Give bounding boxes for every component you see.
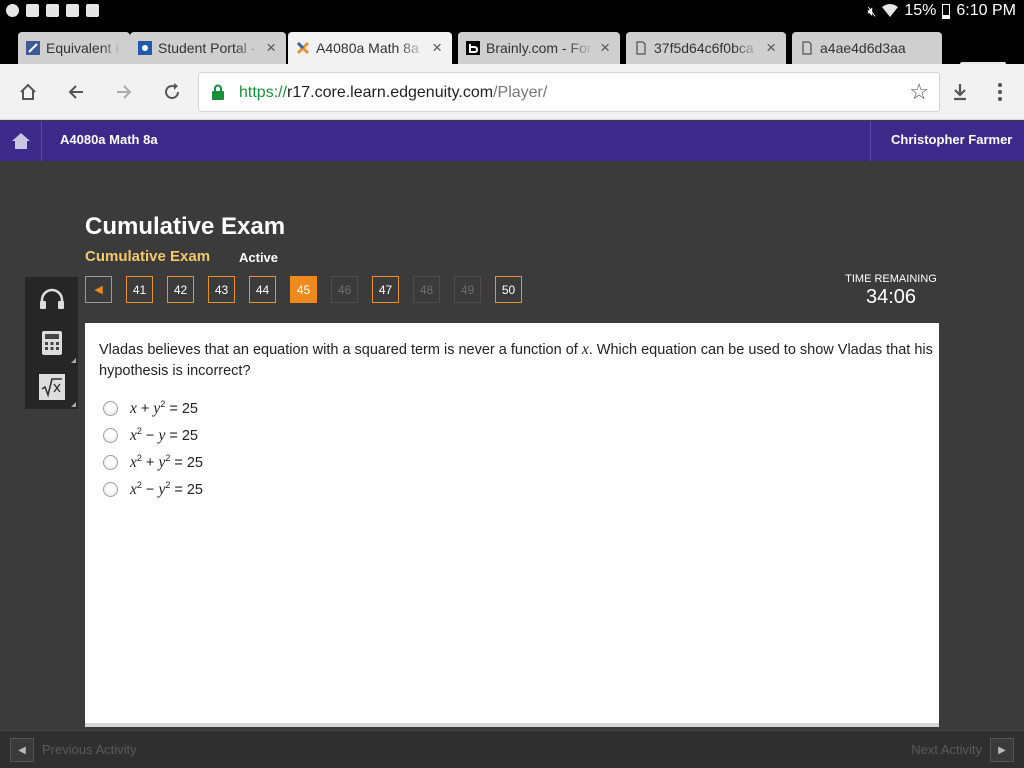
document-favicon-icon <box>802 41 812 55</box>
notification-icon <box>46 4 59 17</box>
download-icon[interactable] <box>946 78 974 106</box>
next-activity-label: Next Activity <box>911 742 982 757</box>
question-button-42[interactable]: 42 <box>167 276 194 303</box>
edgenuity-favicon-icon <box>296 41 310 55</box>
expand-corner-icon <box>71 358 76 363</box>
favicon-icon <box>138 41 152 55</box>
radio-button[interactable] <box>103 428 118 443</box>
battery-percent: 15% <box>904 2 937 19</box>
page-title: Cumulative Exam <box>85 213 286 240</box>
activity-footer: ◀ Previous Activity Next Activity ▶ <box>0 730 1024 768</box>
browser-tab[interactable]: a4ae4d6d3aa <box>792 32 942 64</box>
answer-option-label: x + y2 = 25 <box>130 399 198 417</box>
notification-icon <box>26 4 39 17</box>
browser-tab[interactable]: 37f5d64c6f0bca × <box>626 32 786 64</box>
answer-options: x + y2 = 25 x2 − y = 25 x2 + y2 = 25 x2 … <box>103 395 203 503</box>
question-button-50[interactable]: 50 <box>495 276 522 303</box>
wifi-icon <box>882 4 899 17</box>
close-tab-icon[interactable]: × <box>266 38 276 58</box>
formula-sheet-button[interactable] <box>25 365 78 409</box>
tab-title: A4080a Math 8a <box>316 40 419 56</box>
activity-subtitle: Cumulative Exam <box>85 248 211 265</box>
radio-button[interactable] <box>103 401 118 416</box>
tools-sidebar <box>25 277 78 409</box>
previous-activity-label: Previous Activity <box>42 742 137 757</box>
home-icon[interactable] <box>14 78 42 106</box>
mute-icon: 🔇︎ <box>867 2 877 19</box>
expand-corner-icon <box>71 402 76 407</box>
radio-button[interactable] <box>103 482 118 497</box>
notification-icon <box>86 4 99 17</box>
headphones-button[interactable] <box>25 277 78 321</box>
time-remaining: TIME REMAINING 34:06 <box>840 273 942 309</box>
browser-tab[interactable]: Equivalent Ex <box>18 32 130 64</box>
question-button-44[interactable]: 44 <box>249 276 276 303</box>
back-icon[interactable] <box>62 78 90 106</box>
timer-value: 34:06 <box>865 286 917 308</box>
forward-icon[interactable] <box>110 78 138 106</box>
course-title: A4080a Math 8a <box>60 132 158 147</box>
question-navigator: ◀ 41 42 43 44 45 46 47 48 49 50 <box>85 276 536 303</box>
variable-x: x <box>581 341 589 358</box>
browser-tab-active[interactable]: A4080a Math 8a × <box>288 32 452 64</box>
question-panel: Vladas believes that an equation with a … <box>85 323 939 727</box>
notification-icon <box>6 4 19 17</box>
browser-tab-strip: Equivalent Ex Student Portal - S × A4080… <box>0 24 1024 80</box>
timer-label: TIME REMAINING <box>845 273 937 285</box>
notification-icons <box>6 4 99 17</box>
menu-icon[interactable] <box>986 78 1014 106</box>
reload-icon[interactable] <box>158 78 186 106</box>
close-tab-icon[interactable]: × <box>432 38 442 58</box>
brainly-favicon-icon <box>466 41 480 55</box>
answer-option-label: x2 + y2 = 25 <box>130 453 203 471</box>
activity-status: Active <box>239 250 279 265</box>
bookmark-star-icon[interactable]: ☆ <box>909 79 929 105</box>
address-bar[interactable]: https://r17.core.learn.edgenuity.com/Pla… <box>198 72 940 112</box>
battery-icon <box>942 3 951 19</box>
close-tab-icon[interactable]: × <box>766 38 776 58</box>
question-button-43[interactable]: 43 <box>208 276 235 303</box>
answer-option-1[interactable]: x + y2 = 25 <box>103 395 203 422</box>
formula-sheet-icon <box>38 374 65 400</box>
status-bar: 🔇︎ 15% 6:10 PM <box>0 0 1024 24</box>
clock: 6:10 PM <box>956 2 1016 19</box>
answer-option-4[interactable]: x2 − y2 = 25 <box>103 476 203 503</box>
browser-toolbar: https://r17.core.learn.edgenuity.com/Pla… <box>0 64 1024 120</box>
calculator-icon <box>41 331 62 355</box>
tab-title: a4ae4d6d3aa <box>820 40 906 56</box>
document-favicon-icon <box>636 41 646 55</box>
notification-icon <box>66 4 79 17</box>
question-button-41[interactable]: 41 <box>126 276 153 303</box>
tab-title: Student Portal - S <box>158 40 261 56</box>
headphones-icon <box>39 288 64 309</box>
radio-button[interactable] <box>103 455 118 470</box>
answer-option-label: x2 − y = 25 <box>130 426 198 444</box>
tab-title: Brainly.com - For <box>486 40 592 56</box>
user-name[interactable]: Christopher Farmer <box>870 121 1024 161</box>
answer-option-label: x2 − y2 = 25 <box>130 480 203 498</box>
lock-icon <box>212 84 224 100</box>
question-button-45-current[interactable]: 45 <box>290 276 317 303</box>
url-text: https://r17.core.learn.edgenuity.com/Pla… <box>239 84 548 101</box>
app-header: A4080a Math 8a Christopher Farmer <box>0 121 1024 161</box>
question-button-49: 49 <box>454 276 481 303</box>
browser-tab[interactable]: Student Portal - S × <box>130 32 286 64</box>
question-button-46: 46 <box>331 276 358 303</box>
question-button-48: 48 <box>413 276 440 303</box>
question-button-47[interactable]: 47 <box>372 276 399 303</box>
answer-option-2[interactable]: x2 − y = 25 <box>103 422 203 449</box>
calculator-button[interactable] <box>25 321 78 365</box>
next-activity-button[interactable]: ▶ <box>990 738 1014 762</box>
tab-title: Equivalent Ex <box>46 40 120 56</box>
close-tab-icon[interactable]: × <box>600 38 610 58</box>
house-icon <box>11 133 30 149</box>
question-text: Vladas believes that an equation with a … <box>99 341 933 379</box>
home-button[interactable] <box>0 121 42 161</box>
answer-option-3[interactable]: x2 + y2 = 25 <box>103 449 203 476</box>
previous-question-button[interactable]: ◀ <box>85 276 112 303</box>
tab-title: 37f5d64c6f0bca <box>654 40 754 56</box>
browser-tab[interactable]: Brainly.com - For × <box>458 32 620 64</box>
favicon-icon <box>26 41 40 55</box>
previous-activity-button[interactable]: ◀ <box>10 738 34 762</box>
